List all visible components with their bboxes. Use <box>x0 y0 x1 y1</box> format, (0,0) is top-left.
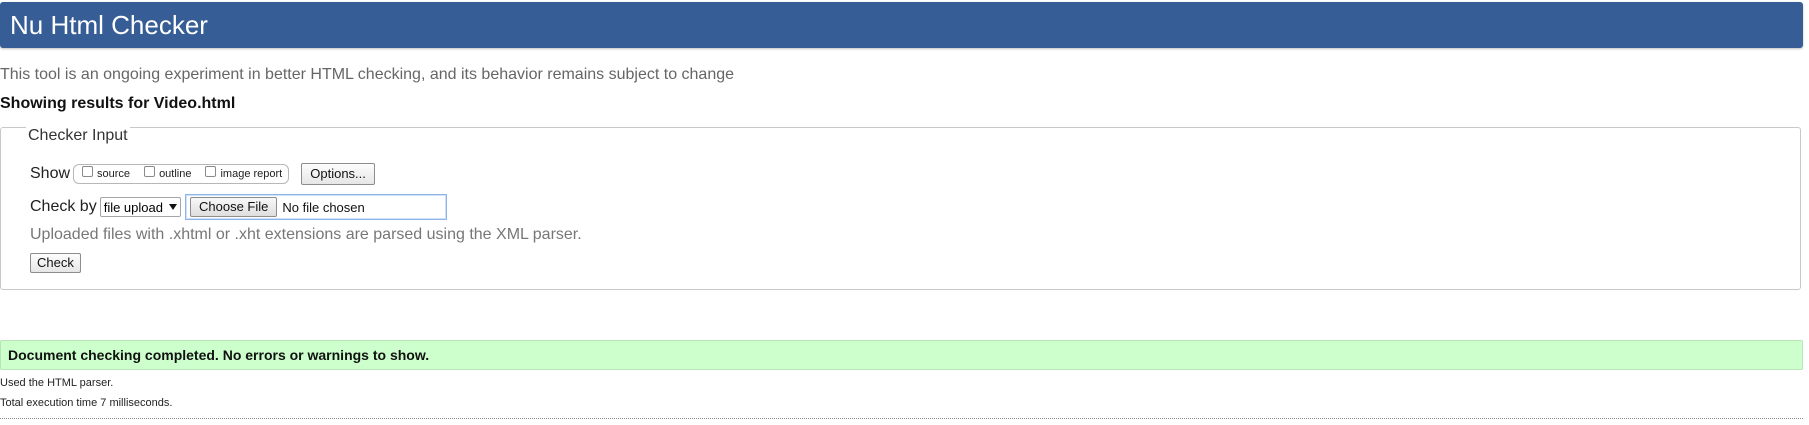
chevron-down-icon <box>168 204 177 210</box>
options-button[interactable]: Options... <box>301 163 375 185</box>
file-status-text: No file chosen <box>282 199 365 215</box>
check-button[interactable]: Check <box>30 253 81 273</box>
show-row: Show source outline image report Options… <box>30 163 375 185</box>
check-by-row: Check by file upload Choose File No file… <box>30 194 447 220</box>
check-by-select[interactable]: file upload <box>99 197 181 217</box>
show-image-report-option[interactable]: image report <box>201 165 283 180</box>
source-checkbox[interactable] <box>82 165 94 177</box>
parser-note: Used the HTML parser. <box>0 377 114 389</box>
app-header: Nu Html Checker <box>0 2 1803 48</box>
outline-checkbox-label: outline <box>159 168 192 180</box>
show-outline-option[interactable]: outline <box>140 165 192 180</box>
check-by-label: Check by <box>30 198 97 215</box>
xml-parser-note: Uploaded files with .xhtml or .xht exten… <box>30 226 582 243</box>
show-options-group: source outline image report <box>73 164 290 184</box>
intro-text: This tool is an ongoing experiment in be… <box>0 66 735 83</box>
results-for-heading: Showing results for Video.html <box>0 95 236 112</box>
success-message: Document checking completed. No errors o… <box>0 340 1803 370</box>
page-title: Nu Html Checker <box>10 9 208 40</box>
show-label: Show <box>30 165 71 182</box>
source-checkbox-label: source <box>97 168 131 180</box>
check-row: Check <box>30 253 81 273</box>
checker-input-legend: Checker Input <box>26 126 130 145</box>
choose-file-button[interactable]: Choose File <box>189 197 278 217</box>
execution-time: Total execution time 7 milliseconds. <box>0 397 173 409</box>
check-by-selected-value: file upload <box>103 199 163 215</box>
outline-checkbox[interactable] <box>144 165 156 177</box>
divider <box>0 418 1803 419</box>
image-report-checkbox[interactable] <box>205 165 217 177</box>
file-upload-input[interactable]: Choose File No file chosen <box>184 194 447 220</box>
show-source-option[interactable]: source <box>78 165 131 180</box>
image-report-checkbox-label: image report <box>220 168 283 180</box>
